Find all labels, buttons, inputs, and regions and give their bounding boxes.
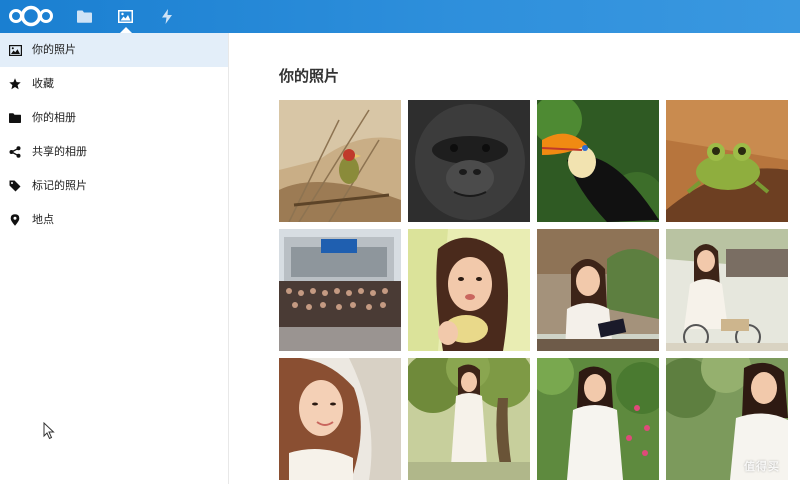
sidebar-item-label: 你的相册 [32, 111, 76, 124]
nextcloud-logo-icon[interactable] [8, 5, 54, 27]
photo-thumbnail-girl-outdoor[interactable]: 值得买 [666, 358, 788, 480]
location-pin-icon [8, 213, 22, 227]
tag-icon [8, 179, 22, 193]
photo-grid: 值得买 [279, 100, 800, 484]
sidebar-item-label: 地点 [32, 213, 54, 226]
photo-thumbnail-frog[interactable] [666, 100, 788, 222]
sidebar-item-label: 共享的相册 [32, 145, 87, 158]
share-icon [8, 145, 22, 159]
photo-thumbnail-gorilla[interactable] [408, 100, 530, 222]
sidebar-item-shared-albums[interactable]: 共享的相册 [0, 135, 228, 169]
photo-thumbnail-girl-bicycle[interactable] [666, 229, 788, 351]
watermark-text: 值得买 [744, 460, 780, 473]
photo-thumbnail-bird[interactable] [279, 100, 401, 222]
app-activity-button[interactable] [147, 0, 187, 33]
sidebar-item-tagged-photos[interactable]: 标记的照片 [0, 169, 228, 203]
sidebar-item-your-albums[interactable]: 你的相册 [0, 101, 228, 135]
sidebar-item-label: 你的照片 [32, 43, 76, 56]
page-title: 你的照片 [279, 67, 340, 85]
folder-icon [8, 111, 22, 125]
lightning-icon [162, 9, 172, 24]
photo-thumbnail-girl-eating[interactable] [408, 229, 530, 351]
photo-thumbnail-girl-tree[interactable] [408, 358, 530, 480]
sidebar-item-favorites[interactable]: 收藏 [0, 67, 228, 101]
photo-thumbnail-girl-reading[interactable] [537, 229, 659, 351]
photo-gallery: 你的照片 值得买 [230, 33, 800, 484]
top-header [0, 0, 800, 33]
photo-thumbnail-girl-portrait[interactable] [279, 358, 401, 480]
app-files-button[interactable] [64, 0, 104, 33]
photo-thumbnail-group[interactable] [279, 229, 401, 351]
sidebar-item-places[interactable]: 地点 [0, 203, 228, 237]
image-icon [8, 43, 22, 57]
image-icon [117, 10, 133, 23]
sidebar-item-your-photos[interactable]: 你的照片 [0, 33, 228, 67]
sidebar: 你的照片 收藏 你的相册 共享的相册 标记的照片 地点 [0, 33, 229, 484]
mouse-cursor-icon [43, 422, 55, 440]
sidebar-item-label: 标记的照片 [32, 179, 87, 192]
star-icon [8, 77, 22, 91]
photo-thumbnail-toucan[interactable] [537, 100, 659, 222]
folder-icon [76, 10, 92, 23]
sidebar-item-label: 收藏 [32, 77, 54, 90]
photo-thumbnail-girl-garden[interactable] [537, 358, 659, 480]
